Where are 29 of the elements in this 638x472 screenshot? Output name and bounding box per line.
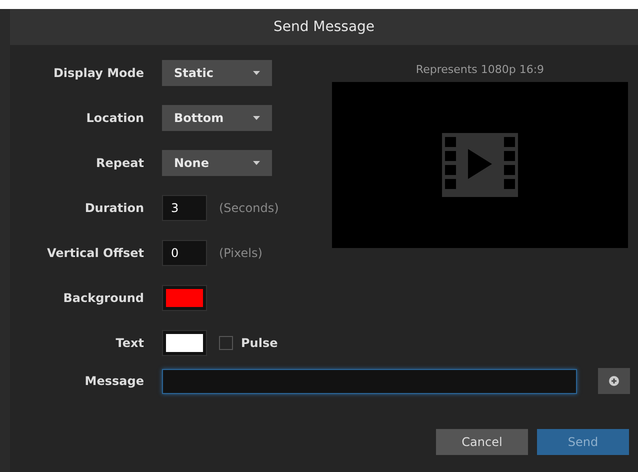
color-swatch[interactable] — [162, 284, 207, 310]
field-label: Repeat — [95, 154, 144, 172]
unit-label: (Seconds) — [219, 200, 279, 216]
plus-circle-icon — [609, 376, 619, 386]
field-label: Duration — [84, 200, 144, 216]
message-field[interactable] — [162, 368, 577, 394]
field-label: Message — [84, 373, 144, 390]
dropdown[interactable]: Static — [162, 60, 272, 86]
color-swatch[interactable] — [162, 330, 207, 356]
number-field[interactable]: 0 — [162, 240, 207, 266]
field-label: Vertical Offset — [46, 244, 144, 262]
checkbox-label: Pulse — [241, 334, 278, 352]
caret-icon — [253, 116, 260, 120]
caret-icon — [253, 70, 260, 74]
film-play-icon — [442, 133, 518, 197]
dropdown[interactable]: None — [162, 150, 272, 176]
field-label: Text — [114, 334, 144, 352]
number-field[interactable]: 3 — [162, 194, 207, 220]
field-label: Display Mode — [52, 64, 144, 82]
preview-caption: Represents 1080p 16:9 — [414, 62, 546, 78]
checkbox[interactable] — [219, 336, 233, 350]
caret-icon — [253, 160, 260, 164]
cancel-button[interactable]: Cancel — [436, 429, 528, 455]
dialog-title: Send Message — [273, 18, 375, 36]
add-button[interactable] — [598, 368, 630, 394]
field-label: Background — [62, 290, 144, 306]
unit-label: (Pixels) — [219, 244, 262, 262]
field-label: Location — [85, 110, 144, 126]
dropdown[interactable]: Bottom — [162, 104, 272, 130]
